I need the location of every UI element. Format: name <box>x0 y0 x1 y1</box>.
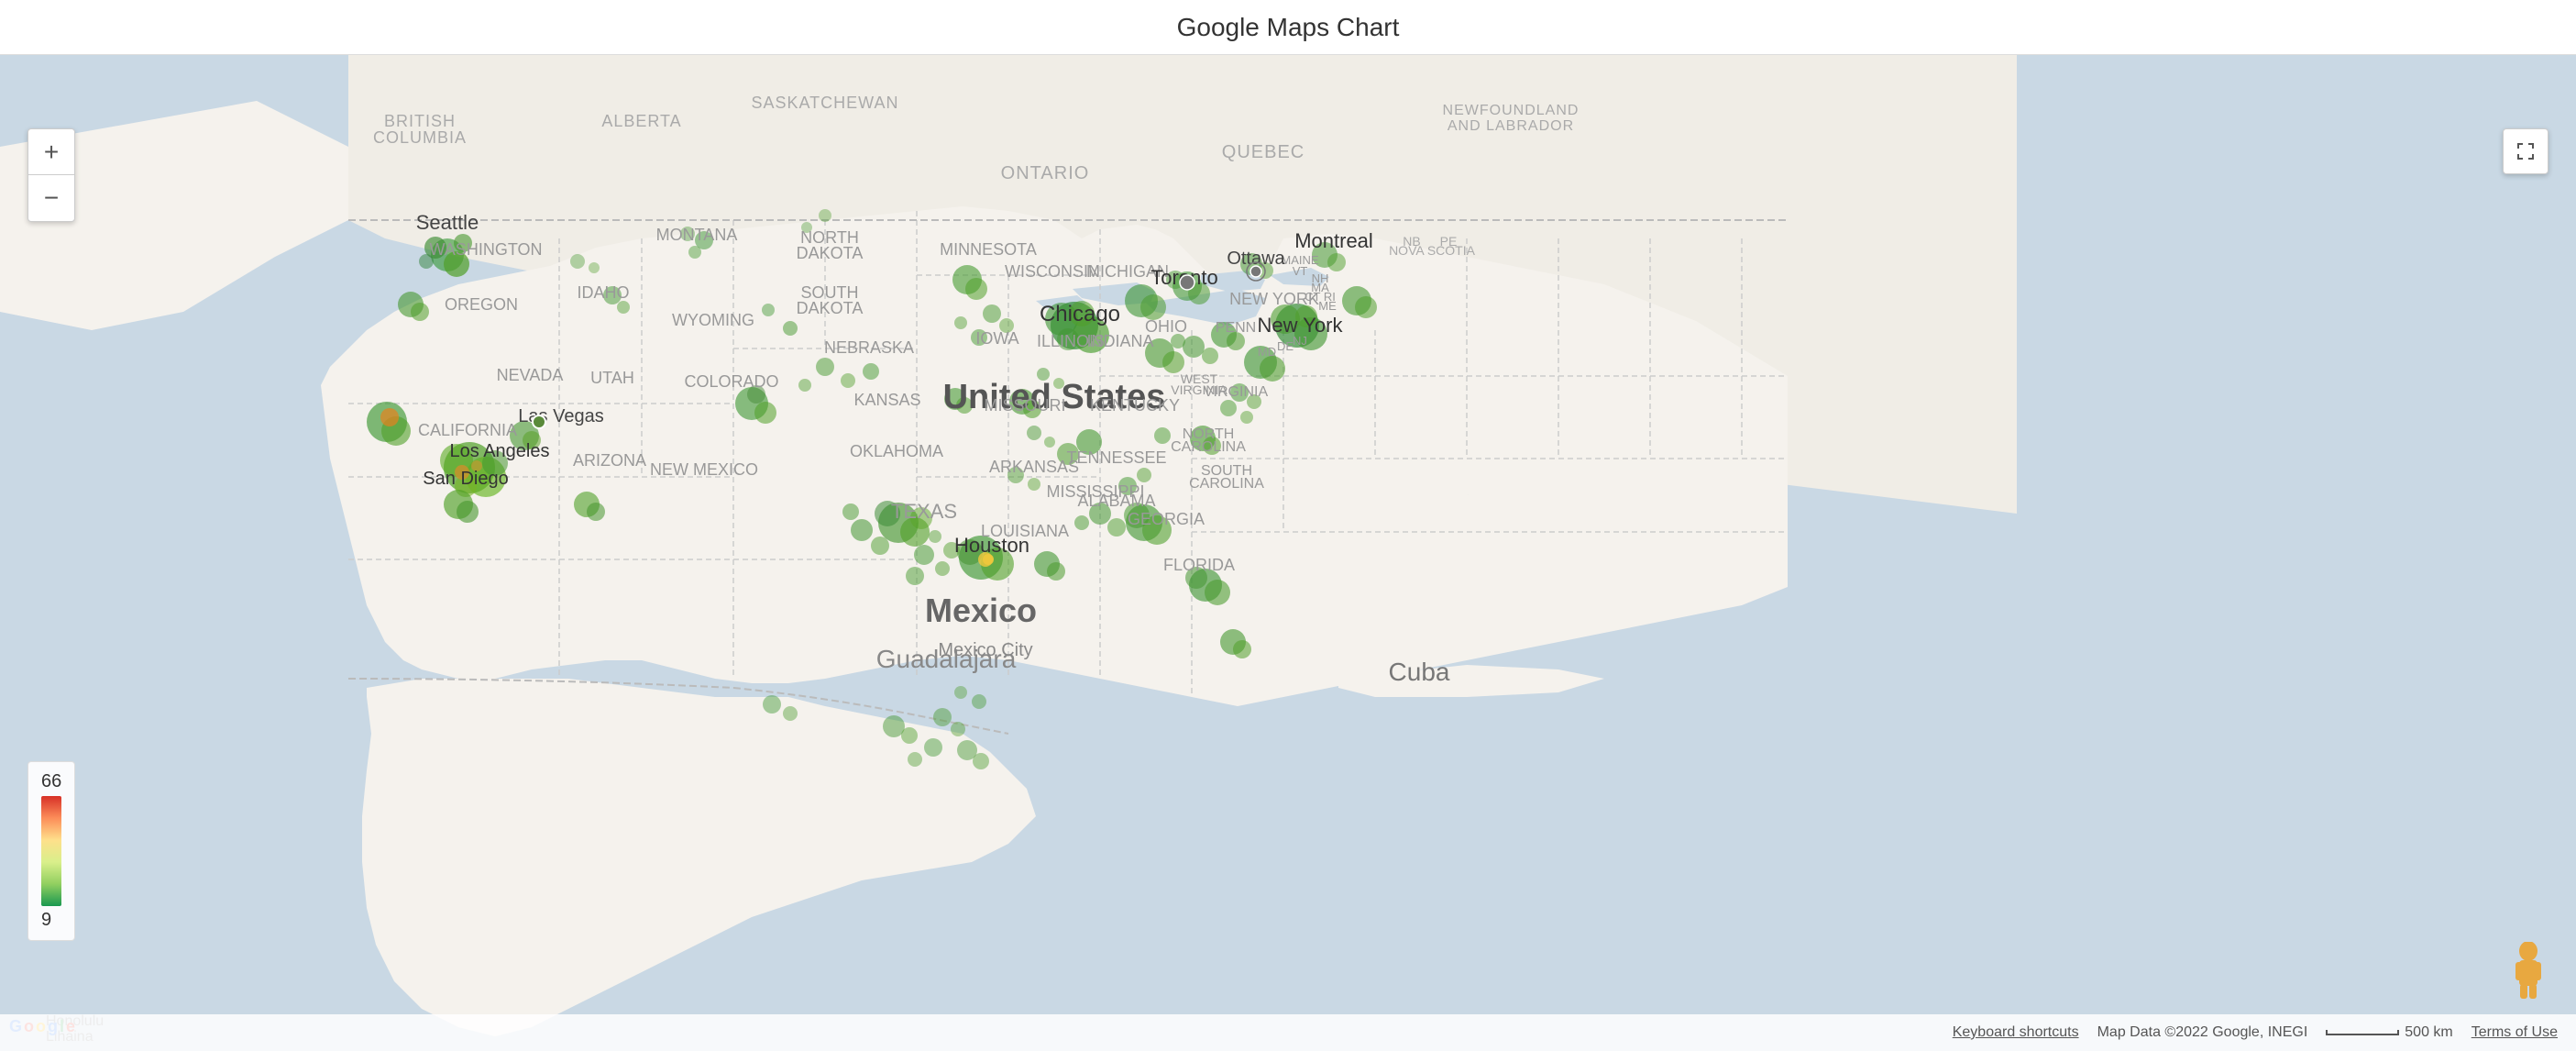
svg-text:ME: ME <box>1318 299 1337 313</box>
svg-text:UTAH: UTAH <box>590 369 634 387</box>
svg-text:INDIANA: INDIANA <box>1086 332 1153 350</box>
svg-text:Chicago: Chicago <box>1040 302 1120 326</box>
svg-text:OKLAHOMA: OKLAHOMA <box>850 442 943 460</box>
keyboard-shortcuts-link[interactable]: Keyboard shortcuts <box>1953 1024 2079 1041</box>
svg-text:KENTUCKY: KENTUCKY <box>1090 396 1180 415</box>
svg-text:DAKOTA: DAKOTA <box>797 244 864 262</box>
page-title: Google Maps Chart <box>1177 13 1400 42</box>
svg-text:KANSAS: KANSAS <box>853 391 920 409</box>
svg-text:Houston: Houston <box>954 534 1029 557</box>
terms-of-use-link[interactable]: Terms of Use <box>2471 1024 2558 1041</box>
zoom-in-button[interactable]: + <box>28 129 74 175</box>
svg-text:COLORADO: COLORADO <box>684 372 778 391</box>
svg-text:NEWFOUNDLAND: NEWFOUNDLAND <box>1443 103 1580 118</box>
svg-text:Mexico City: Mexico City <box>938 640 1032 660</box>
mexico-label: Mexico <box>925 592 1037 629</box>
zoom-controls[interactable]: + − <box>28 128 75 222</box>
svg-text:NOVA SCOTIA: NOVA SCOTIA <box>1389 243 1476 258</box>
bottom-bar: Keyboard shortcuts Map Data ©2022 Google… <box>0 1014 2576 1051</box>
svg-text:NEBRASKA: NEBRASKA <box>824 338 914 357</box>
svg-text:CAROLINA: CAROLINA <box>1171 439 1246 455</box>
svg-text:BRITISH: BRITISH <box>384 112 456 130</box>
fullscreen-button[interactable] <box>2503 128 2548 174</box>
svg-text:NEW MEXICO: NEW MEXICO <box>650 460 758 479</box>
title-bar: Google Maps Chart <box>0 0 2576 55</box>
scale-bar: 500 km <box>2326 1024 2452 1041</box>
svg-text:ARIZONA: ARIZONA <box>573 451 646 470</box>
svg-text:ALBERTA: ALBERTA <box>601 112 681 130</box>
svg-text:PENN: PENN <box>1216 320 1256 336</box>
street-view-pegman[interactable] <box>2508 942 2548 1005</box>
svg-text:DAKOTA: DAKOTA <box>797 299 864 317</box>
svg-text:NB: NB <box>1403 234 1420 249</box>
svg-text:Seattle: Seattle <box>416 211 479 234</box>
map-area[interactable]: United States Mexico Cuba BRITISH COLUMB… <box>0 55 2576 1051</box>
svg-text:WYOMING: WYOMING <box>672 311 754 329</box>
svg-text:ALABAMA: ALABAMA <box>1077 492 1155 510</box>
svg-text:TEXAS: TEXAS <box>891 500 957 523</box>
svg-text:MD: MD <box>1258 345 1276 359</box>
svg-text:COLUMBIA: COLUMBIA <box>373 128 467 147</box>
map-data-text: Map Data ©2022 Google, INEGI <box>2097 1024 2308 1041</box>
svg-text:GEORGIA: GEORGIA <box>1128 510 1205 528</box>
svg-text:AND LABRADOR: AND LABRADOR <box>1448 118 1574 134</box>
svg-text:DE: DE <box>1277 339 1294 353</box>
svg-text:Los Angeles: Los Angeles <box>450 441 550 461</box>
svg-text:MONTANA: MONTANA <box>656 226 738 244</box>
svg-text:MAINE: MAINE <box>1281 253 1319 267</box>
zoom-out-button[interactable]: − <box>28 175 74 221</box>
svg-text:NEVADA: NEVADA <box>497 366 564 384</box>
map-container: Google Maps Chart <box>0 0 2576 1051</box>
svg-text:MINNESOTA: MINNESOTA <box>940 240 1037 259</box>
scale-label: 500 km <box>2405 1024 2452 1041</box>
svg-text:FLORIDA: FLORIDA <box>1163 556 1235 574</box>
svg-text:OHIO: OHIO <box>1145 317 1187 336</box>
svg-text:Montreal: Montreal <box>1294 229 1373 252</box>
svg-text:San Diego: San Diego <box>423 469 508 489</box>
svg-text:IDAHO: IDAHO <box>577 283 629 302</box>
svg-text:IOWA: IOWA <box>975 329 1018 348</box>
legend-min-value: 9 <box>41 910 61 931</box>
svg-text:MISSOURI: MISSOURI <box>984 396 1065 415</box>
legend: 66 9 <box>28 761 75 941</box>
svg-text:CAROLINA: CAROLINA <box>1189 476 1264 492</box>
svg-text:WASHINGTON: WASHINGTON <box>429 240 542 259</box>
svg-text:PE: PE <box>1440 234 1458 249</box>
svg-text:OREGON: OREGON <box>445 295 518 314</box>
svg-text:SASKATCHEWAN: SASKATCHEWAN <box>751 94 898 112</box>
svg-text:TENNESSEE: TENNESSEE <box>1066 448 1166 467</box>
legend-max-value: 66 <box>41 771 61 792</box>
svg-text:QUEBEC: QUEBEC <box>1222 142 1305 162</box>
svg-text:ONTARIO: ONTARIO <box>1001 163 1090 183</box>
svg-text:ARKANSAS: ARKANSAS <box>989 458 1079 476</box>
svg-text:CALIFORNIA: CALIFORNIA <box>418 421 517 439</box>
legend-color-bar <box>41 796 61 906</box>
map-svg: United States Mexico Cuba BRITISH COLUMB… <box>0 55 2576 1051</box>
svg-text:New York: New York <box>1258 314 1344 337</box>
cuba-label: Cuba <box>1389 658 1450 686</box>
svg-text:VIRGINIA: VIRGINIA <box>1171 382 1227 397</box>
scale-line <box>2326 1030 2399 1035</box>
svg-text:Las Vegas: Las Vegas <box>518 406 603 426</box>
